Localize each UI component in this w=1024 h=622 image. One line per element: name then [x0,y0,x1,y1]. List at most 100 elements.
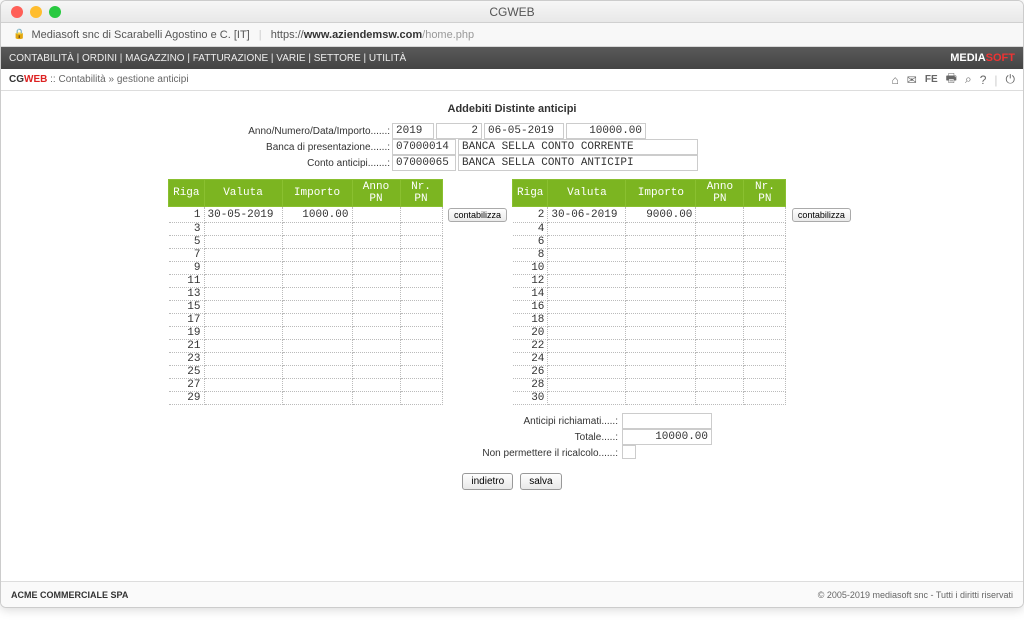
cell-importo[interactable] [626,366,696,379]
cell-valuta[interactable] [548,262,626,275]
cell-importo[interactable] [626,340,696,353]
cell-importo[interactable] [626,301,696,314]
cell-importo[interactable] [282,327,352,340]
cell-valuta[interactable] [204,301,282,314]
nav-magazzino[interactable]: MAGAZZINO [125,53,184,64]
cell-valuta[interactable]: 30-05-2019 [204,207,282,223]
cell-valuta[interactable] [204,353,282,366]
main-nav: CONTABILITÀ | ORDINI | MAGAZZINO | FATTU… [1,47,1023,69]
cell-valuta[interactable]: 30-06-2019 [548,207,626,223]
cell-valuta[interactable] [204,236,282,249]
cell-valuta[interactable] [204,249,282,262]
cell-importo[interactable] [282,301,352,314]
nav-settore[interactable]: SETTORE [314,53,361,64]
cell-importo[interactable] [282,392,352,405]
cell-importo[interactable] [626,353,696,366]
mail-icon[interactable]: ✉ [907,73,917,87]
cell-importo[interactable] [626,249,696,262]
cell-valuta[interactable] [204,327,282,340]
table-row: 30 [513,392,856,405]
window-title: CGWEB [1,5,1023,19]
salva-button[interactable]: salva [520,473,561,490]
cell-importo[interactable] [626,236,696,249]
field-conto-cod[interactable]: 07000065 [392,155,456,171]
cell-annopn [352,314,400,327]
field-importo[interactable]: 10000.00 [566,123,646,139]
field-banca-cod[interactable]: 07000014 [392,139,456,155]
nav-fatturazione[interactable]: FATTURAZIONE [193,53,268,64]
nav-ordini[interactable]: ORDINI [82,53,117,64]
cell-valuta[interactable] [548,379,626,392]
cell-valuta[interactable] [204,275,282,288]
nav-varie[interactable]: VARIE [276,53,305,64]
cell-importo[interactable] [282,249,352,262]
cell-valuta[interactable] [204,366,282,379]
contabilizza-button[interactable]: contabilizza [792,208,851,222]
cell-importo[interactable] [282,314,352,327]
cell-valuta[interactable] [548,288,626,301]
cell-valuta[interactable] [548,223,626,236]
cell-importo[interactable] [626,275,696,288]
cell-valuta[interactable] [548,249,626,262]
cell-valuta[interactable] [204,288,282,301]
cell-valuta[interactable] [548,301,626,314]
cell-valuta[interactable] [548,327,626,340]
cell-importo[interactable] [282,262,352,275]
cell-importo[interactable] [626,327,696,340]
cell-importo[interactable] [626,379,696,392]
cell-importo[interactable] [282,340,352,353]
cell-valuta[interactable] [204,262,282,275]
cell-annopn [696,379,744,392]
cell-valuta[interactable] [548,314,626,327]
cell-importo[interactable] [626,262,696,275]
print-icon[interactable]: 🖶 [946,69,957,90]
cell-annopn [696,353,744,366]
field-numero[interactable]: 2 [436,123,482,139]
field-data[interactable]: 06-05-2019 [484,123,564,139]
cell-importo[interactable] [282,236,352,249]
cell-nrpn [744,223,786,236]
cell-valuta[interactable] [204,379,282,392]
cell-nrpn [744,262,786,275]
th-valuta: Valuta [548,180,626,207]
cell-valuta[interactable] [204,314,282,327]
cell-importo[interactable] [282,353,352,366]
cell-importo[interactable]: 9000.00 [626,207,696,223]
cell-importo[interactable]: 1000.00 [282,207,352,223]
checkbox-ricalcolo[interactable] [622,445,636,459]
nav-contabilita[interactable]: CONTABILITÀ [9,53,74,64]
cell-valuta[interactable] [204,392,282,405]
th-riga: Riga [169,180,204,207]
cell-importo[interactable] [282,366,352,379]
power-icon[interactable]: ⏻ [1006,72,1016,87]
cell-importo[interactable] [626,223,696,236]
fe-button[interactable]: FE [925,74,938,85]
cell-importo[interactable] [626,288,696,301]
cell-importo[interactable] [282,379,352,392]
cell-nrpn [744,207,786,223]
cell-riga: 30 [513,392,548,405]
cell-valuta[interactable] [548,366,626,379]
cell-annopn [696,392,744,405]
cell-importo[interactable] [282,223,352,236]
indietro-button[interactable]: indietro [462,473,513,490]
cell-importo[interactable] [282,288,352,301]
cell-riga: 2 [513,207,548,223]
contabilizza-button[interactable]: contabilizza [448,208,507,222]
help-icon[interactable]: ? [980,73,987,87]
home-icon[interactable]: ⌂ [892,73,899,87]
cell-valuta[interactable] [204,223,282,236]
cell-valuta[interactable] [548,340,626,353]
nav-utilita[interactable]: UTILITÀ [369,53,406,64]
cell-valuta[interactable] [548,392,626,405]
cell-importo[interactable] [626,314,696,327]
cell-valuta[interactable] [548,353,626,366]
cell-importo[interactable] [282,275,352,288]
cell-importo[interactable] [626,392,696,405]
cell-valuta[interactable] [204,340,282,353]
search-icon[interactable]: ⌕ [965,72,972,87]
cell-valuta[interactable] [548,236,626,249]
cell-valuta[interactable] [548,275,626,288]
url-protocol: https:// [271,29,304,41]
field-anno[interactable]: 2019 [392,123,434,139]
